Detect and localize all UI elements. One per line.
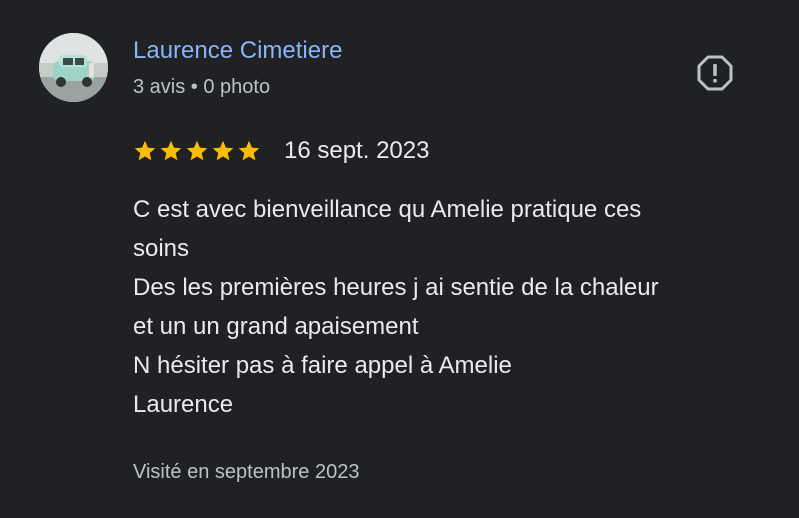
author-review-count: 3 avis • 0 photo <box>133 76 271 98</box>
review-text-line: Laurence <box>133 391 234 418</box>
rating-row: 16 sept. 2023 <box>133 134 429 168</box>
star-icon <box>238 140 260 161</box>
star-icon <box>186 140 208 161</box>
review-text-line: N hésiter pas à faire appel à Amelie <box>133 352 512 379</box>
review-text-line: C est avec bienveillance qu Amelie prati… <box>133 196 642 223</box>
visited-date: Visité en septembre 2023 <box>133 461 360 483</box>
author-avatar[interactable] <box>39 33 108 102</box>
report-review-button[interactable] <box>696 54 734 92</box>
review-text: C est avec bienveillance qu Amelie prati… <box>133 190 763 424</box>
avatar-photo <box>39 33 108 102</box>
review-text-line: soins <box>133 235 190 262</box>
star-icon <box>134 140 156 161</box>
review-text-line: et un un grand apaisement <box>133 313 419 340</box>
review-text-line: Des les premières heures j ai sentie de … <box>133 274 659 301</box>
star-rating <box>133 139 261 163</box>
author-name[interactable]: Laurence Cimetiere <box>133 37 342 65</box>
report-flag-icon <box>697 55 733 91</box>
review-date: 16 sept. 2023 <box>284 137 430 164</box>
star-icon <box>160 140 182 161</box>
star-icon <box>212 140 234 161</box>
